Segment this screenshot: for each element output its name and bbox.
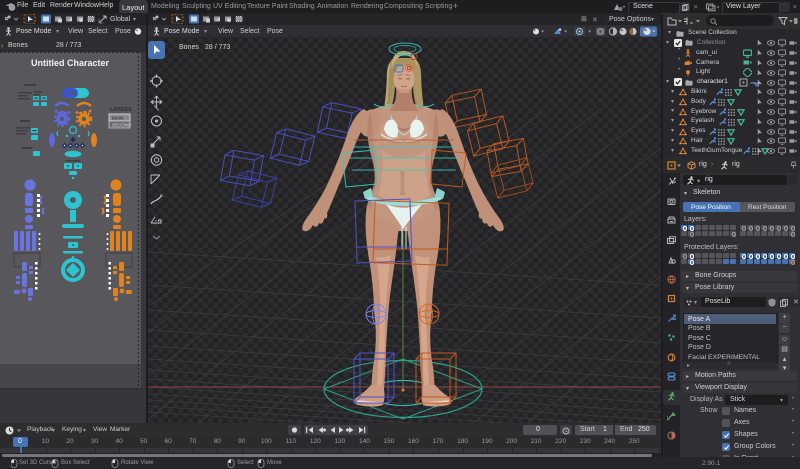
svg-text:LAYERS: LAYERS (110, 107, 132, 113)
svg-text:SECOND: SECOND (112, 123, 132, 128)
svg-text:Untitled Character: Untitled Character (31, 58, 110, 68)
svg-text:MAIN: MAIN (112, 116, 123, 121)
